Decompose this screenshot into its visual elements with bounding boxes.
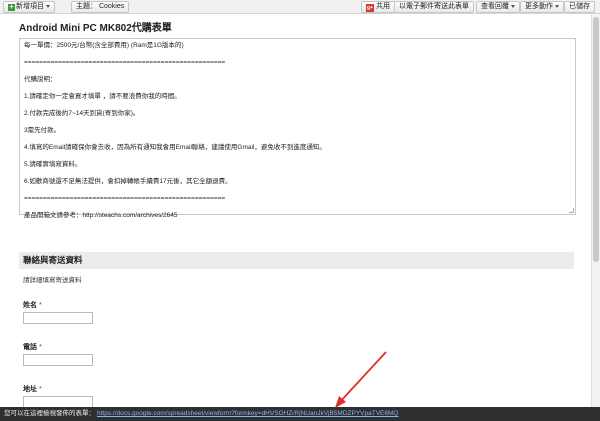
share-button[interactable]: g+ 共用 [361, 1, 395, 13]
theme-label: 主題： Cookies [76, 3, 125, 10]
question-label-address: 地址 * [23, 384, 42, 394]
name-field[interactable] [23, 312, 93, 324]
form-description-textarea[interactable]: 每一單價：2500元/台幣(含全部費用) (Ram是1G版本的) ========… [19, 38, 576, 219]
question-title: 地址 [23, 386, 37, 393]
section-header[interactable]: 聯絡與寄送資料 [19, 252, 574, 269]
new-item-label: 新增項目 [16, 3, 44, 10]
form-title[interactable]: Android Mini PC MK802代購表單 [19, 19, 172, 34]
description-line: 3需先付款。 [24, 127, 61, 134]
form-description-text: 每一單價：2500元/台幣(含全部費用) (Ram是1G版本的) ========… [24, 42, 571, 220]
scrollbar-thumb[interactable] [593, 17, 599, 262]
email-form-label: 以電子郵件寄送此表單 [399, 3, 469, 10]
chevron-down-icon [555, 4, 559, 8]
form-editor-toolbar: + 新增項目 主題： Cookies g+ 共用 以電子郵件寄送此表單 查看回覆 更… [0, 0, 600, 14]
description-line: 產品開箱文請參考：http://steachs.com/archives/264… [24, 212, 178, 219]
section-description: 請詳細填寫寄送資料 [23, 277, 82, 284]
phone-field[interactable] [23, 354, 93, 366]
published-form-link[interactable]: https://docs.google.com/spreadsheet/view… [97, 410, 398, 417]
question-title: 電話 [23, 344, 37, 351]
chevron-down-icon [46, 4, 50, 8]
resize-handle[interactable] [569, 208, 574, 213]
description-line: 4.填寫的Email請確保你會去收，因為所有通知我會用Email聯絡，建議使用G… [24, 144, 326, 151]
saved-button[interactable]: 已儲存 [564, 1, 595, 13]
published-form-text: 您可以在這裡檢視發佈的表單： [4, 410, 95, 417]
description-line: 2.付款完成後約7~14天到貨(寄到你家)。 [24, 110, 140, 117]
address-field[interactable] [23, 396, 93, 407]
question-title: 姓名 [23, 302, 37, 309]
more-actions-label: 更多動作 [525, 3, 553, 10]
new-item-button[interactable]: + 新增項目 [3, 1, 55, 13]
more-actions-button[interactable]: 更多動作 [520, 1, 564, 13]
share-label: 共用 [376, 3, 390, 10]
description-line: 5.請確實填寫資料。 [24, 161, 82, 168]
view-responses-label: 查看回覆 [481, 3, 509, 10]
required-marker: * [39, 344, 42, 351]
saved-label: 已儲存 [569, 3, 590, 10]
description-line: 代購說明： [24, 76, 57, 83]
form-editor-page: Android Mini PC MK802代購表單 每一單價：2500元/台幣(… [0, 14, 591, 407]
google-plus-icon: g+ [366, 4, 374, 12]
required-marker: * [39, 386, 42, 393]
question-label-name: 姓名 * [23, 300, 42, 310]
description-line: ========================================… [24, 59, 226, 66]
theme-button[interactable]: 主題： Cookies [71, 1, 130, 13]
view-responses-button[interactable]: 查看回覆 [476, 1, 520, 13]
required-marker: * [39, 302, 42, 309]
description-line: 1.請確定你一定會買才填單 ，請不要浪費你我的時間。 [24, 93, 181, 100]
plus-icon: + [8, 4, 15, 11]
published-form-bar: 您可以在這裡檢視發佈的表單： https://docs.google.com/sp… [0, 407, 600, 421]
description-line: 每一單價：2500元/台幣(含全部費用) (Ram是1G版本的) [24, 42, 184, 49]
description-line: ========================================… [24, 195, 226, 202]
question-label-phone: 電話 * [23, 342, 42, 352]
chevron-down-icon [511, 4, 515, 8]
vertical-scrollbar[interactable] [591, 14, 600, 407]
description-line: 6.如歡商號還不足無法提供，會扣掉轉帳手續費17元後，其它全額退費。 [24, 178, 232, 185]
email-form-button[interactable]: 以電子郵件寄送此表單 [394, 1, 474, 13]
